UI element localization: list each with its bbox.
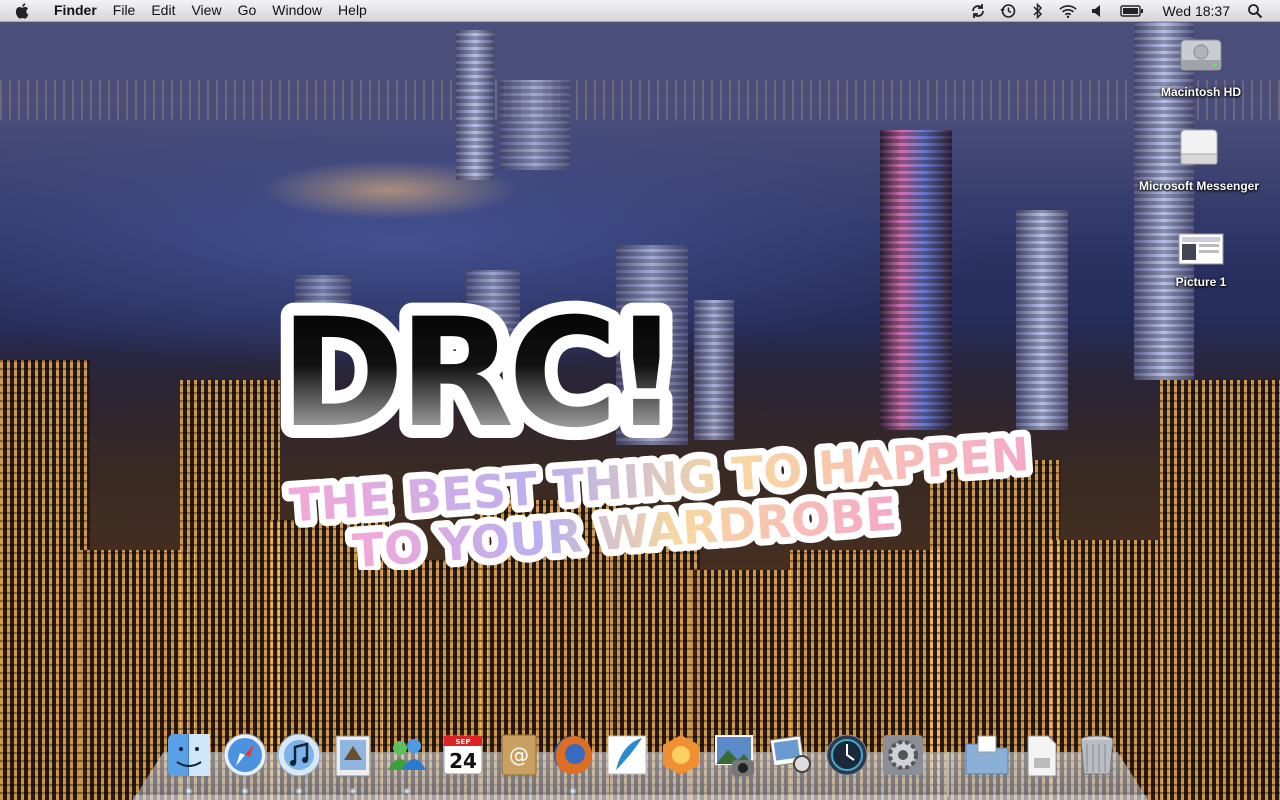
volume-icon[interactable] [1089, 3, 1107, 19]
bluetooth-icon[interactable] [1029, 2, 1047, 19]
mail-icon [335, 735, 371, 777]
dock-item-finder[interactable] [164, 730, 214, 784]
finder-icon [168, 734, 210, 776]
menu-view[interactable]: View [183, 0, 229, 21]
running-indicator [295, 788, 303, 794]
dock-stack-downloads[interactable] [1016, 730, 1066, 784]
dock-item-address-book[interactable]: @ [494, 730, 544, 784]
dock-item-preview[interactable] [766, 730, 816, 784]
dock-item-itunes[interactable] [274, 730, 324, 784]
dock-item-trash[interactable] [1072, 730, 1122, 784]
safari-icon [223, 733, 267, 777]
dock-item-iphoto[interactable] [710, 730, 760, 784]
dock-item-ical[interactable]: SEP 24 [438, 730, 488, 784]
iphoto-icon [715, 735, 754, 776]
logo-title: DRC! DRC! [270, 300, 694, 474]
document-icon [1027, 735, 1057, 777]
menu-file[interactable]: File [105, 0, 144, 21]
menu-window[interactable]: Window [264, 0, 330, 21]
ical-icon: SEP 24 [443, 735, 483, 775]
menu-edit[interactable]: Edit [143, 0, 183, 21]
dock-item-mail[interactable] [328, 730, 378, 784]
desktop-icon-label: Picture 1 [1175, 275, 1227, 289]
spotlight-search-icon[interactable] [1246, 3, 1264, 19]
menu-bar: Finder File Edit View Go Window Help Wed… [0, 0, 1280, 22]
menu-help[interactable]: Help [330, 0, 375, 21]
dock-item-firefox[interactable] [548, 730, 598, 784]
address-book-icon: @ [501, 734, 537, 776]
messenger-icon [388, 739, 426, 770]
menu-app-finder[interactable]: Finder [48, 0, 105, 21]
running-indicator [569, 788, 577, 794]
dock-shelf-edge [133, 795, 1148, 800]
dock-stack-documents[interactable] [962, 730, 1012, 784]
itunes-icon [277, 733, 321, 777]
dock-item-messenger[interactable] [382, 730, 432, 784]
svg-text:DRC!: DRC! [280, 300, 675, 461]
hard-drive-icon [1180, 39, 1222, 71]
wifi-icon[interactable] [1058, 3, 1077, 19]
apple-menu-icon[interactable] [14, 2, 32, 20]
menu-go[interactable]: Go [230, 0, 265, 21]
svg-text:24: 24 [449, 749, 477, 773]
sync-icon[interactable] [969, 3, 987, 19]
aperture-icon [663, 735, 699, 775]
dock-item-time-machine[interactable] [822, 730, 872, 784]
running-indicator [403, 788, 411, 794]
desktop-icon-label: Microsoft Messenger [1138, 179, 1260, 193]
preview-icon [769, 735, 811, 773]
system-preferences-icon [883, 735, 923, 775]
desktop-icon-label: Macintosh HD [1160, 85, 1241, 99]
time-machine-icon [826, 734, 868, 776]
screenshot-file-icon [1178, 233, 1224, 265]
running-indicator [349, 788, 357, 794]
running-indicator [185, 788, 193, 794]
folder-icon [965, 735, 1009, 775]
firefox-icon [554, 736, 592, 774]
battery-icon[interactable] [1119, 3, 1145, 19]
drc-logo: DRC! DRC! THE BEST THING TO HAPPEN THE B… [270, 300, 1038, 570]
menu-clock[interactable]: Wed 18:37 [1163, 3, 1230, 19]
desktop-icon-macintosh-hd[interactable]: Macintosh HD [1126, 30, 1276, 99]
feather-icon [607, 735, 647, 775]
time-machine-menu-icon[interactable] [999, 3, 1017, 19]
dock-item-system-preferences[interactable] [878, 730, 928, 784]
dock-separator [947, 752, 949, 796]
desktop-icon-microsoft-messenger[interactable]: Microsoft Messenger [1124, 124, 1274, 193]
dock-item-aperture[interactable] [656, 730, 706, 784]
desktop-icon-picture-1[interactable]: Picture 1 [1126, 232, 1276, 289]
trash-icon [1080, 735, 1114, 775]
disk-image-icon [1180, 129, 1218, 165]
dock-item-feather[interactable] [602, 730, 652, 784]
dock-item-safari[interactable] [220, 730, 270, 784]
svg-text:SEP: SEP [456, 738, 471, 746]
desktop-wallpaper: DRC! DRC! THE BEST THING TO HAPPEN THE B… [0, 0, 1280, 800]
svg-text:@: @ [509, 743, 529, 767]
running-indicator [241, 788, 249, 794]
